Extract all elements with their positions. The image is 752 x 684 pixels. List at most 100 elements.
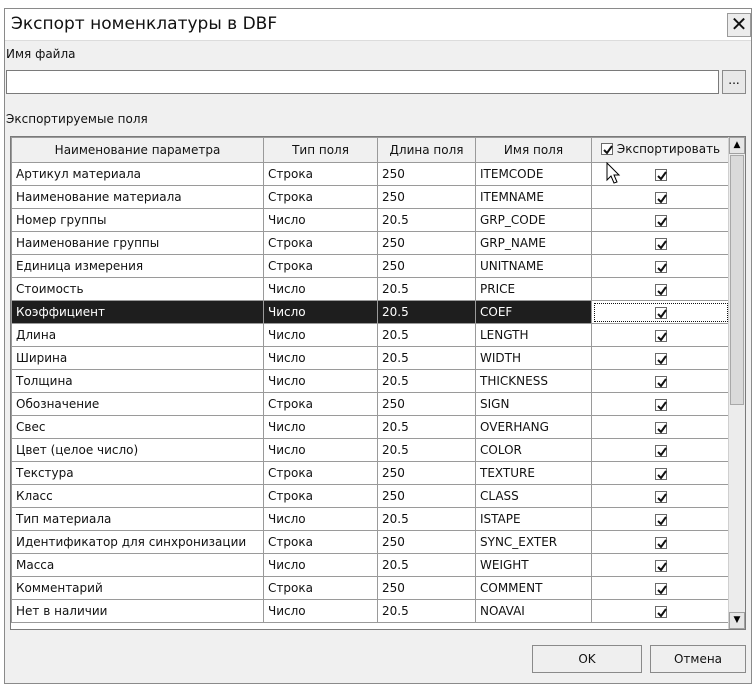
- cell-export[interactable]: [591, 507, 730, 531]
- cell-length[interactable]: 250: [377, 392, 476, 416]
- cell-field-name[interactable]: NOAVAI: [475, 599, 592, 623]
- cell-length[interactable]: 20.5: [377, 208, 476, 232]
- column-header-field-name[interactable]: Имя поля: [475, 137, 592, 163]
- cell-length[interactable]: 20.5: [377, 277, 476, 301]
- cell-type[interactable]: Число: [263, 507, 378, 531]
- table-row[interactable]: Наименование группы Строка 250 GRP_NAME: [11, 231, 730, 255]
- cancel-button[interactable]: Отмена: [650, 645, 746, 673]
- cell-type[interactable]: Число: [263, 553, 378, 577]
- export-checkbox[interactable]: [654, 513, 667, 526]
- cell-field-name[interactable]: TEXTURE: [475, 461, 592, 485]
- cell-name[interactable]: Наименование группы: [11, 231, 264, 255]
- cell-field-name[interactable]: UNITNAME: [475, 254, 592, 278]
- cell-name[interactable]: Наименование материала: [11, 185, 264, 209]
- export-checkbox[interactable]: [654, 306, 667, 319]
- cell-type[interactable]: Строка: [263, 530, 378, 554]
- cell-type[interactable]: Строка: [263, 484, 378, 508]
- cell-export[interactable]: [591, 277, 730, 301]
- file-name-input[interactable]: [6, 70, 719, 94]
- cell-name[interactable]: Текстура: [11, 461, 264, 485]
- vertical-scrollbar[interactable]: ▲ ▼: [728, 137, 745, 629]
- cell-name[interactable]: Коэффициент: [11, 300, 264, 324]
- cell-export[interactable]: [591, 553, 730, 577]
- cell-length[interactable]: 20.5: [377, 599, 476, 623]
- scroll-down-arrow-icon[interactable]: ▼: [729, 612, 745, 629]
- cell-type[interactable]: Строка: [263, 392, 378, 416]
- cell-export[interactable]: [591, 484, 730, 508]
- cell-name[interactable]: Стоимость: [11, 277, 264, 301]
- table-row[interactable]: Масса Число 20.5 WEIGHT: [11, 553, 730, 577]
- table-row[interactable]: Ширина Число 20.5 WIDTH: [11, 346, 730, 370]
- table-row[interactable]: Идентификатор для синхронизации Строка 250…: [11, 530, 730, 554]
- table-row[interactable]: Коэффициент Число 20.5 COEF: [11, 300, 730, 324]
- cell-export[interactable]: [591, 231, 730, 255]
- column-header-length[interactable]: Длина поля: [377, 137, 476, 163]
- cell-length[interactable]: 20.5: [377, 369, 476, 393]
- column-header-name[interactable]: Наименование параметра: [11, 137, 264, 163]
- cell-name[interactable]: Масса: [11, 553, 264, 577]
- table-row[interactable]: Обозначение Строка 250 SIGN: [11, 392, 730, 416]
- cell-type[interactable]: Число: [263, 300, 378, 324]
- table-row[interactable]: Номер группы Число 20.5 GRP_CODE: [11, 208, 730, 232]
- export-checkbox[interactable]: [654, 214, 667, 227]
- table-row[interactable]: Наименование материала Строка 250 ITEMNAME: [11, 185, 730, 209]
- export-checkbox[interactable]: [654, 444, 667, 457]
- cell-field-name[interactable]: COEF: [475, 300, 592, 324]
- cell-name[interactable]: Идентификатор для синхронизации: [11, 530, 264, 554]
- cell-type[interactable]: Строка: [263, 185, 378, 209]
- cell-name[interactable]: Свес: [11, 415, 264, 439]
- table-row[interactable]: Единица измерения Строка 250 UNITNAME: [11, 254, 730, 278]
- cell-type[interactable]: Строка: [263, 162, 378, 186]
- cell-export[interactable]: [591, 576, 730, 600]
- cell-export[interactable]: [591, 438, 730, 462]
- cell-length[interactable]: 250: [377, 530, 476, 554]
- cell-name[interactable]: Нет в наличии: [11, 599, 264, 623]
- export-checkbox[interactable]: [654, 329, 667, 342]
- table-row[interactable]: Нет в наличии Число 20.5 NOAVAI: [11, 599, 730, 623]
- table-row[interactable]: Текстура Строка 250 TEXTURE: [11, 461, 730, 485]
- export-checkbox[interactable]: [654, 191, 667, 204]
- cell-length[interactable]: 20.5: [377, 323, 476, 347]
- cell-length[interactable]: 250: [377, 185, 476, 209]
- cell-length[interactable]: 250: [377, 254, 476, 278]
- cell-export[interactable]: [591, 415, 730, 439]
- table-row[interactable]: Стоимость Число 20.5 PRICE: [11, 277, 730, 301]
- scroll-up-arrow-icon[interactable]: ▲: [729, 137, 745, 154]
- cell-export[interactable]: [591, 599, 730, 623]
- cell-field-name[interactable]: LENGTH: [475, 323, 592, 347]
- export-checkbox[interactable]: [654, 260, 667, 273]
- export-checkbox[interactable]: [654, 168, 667, 181]
- cell-field-name[interactable]: SIGN: [475, 392, 592, 416]
- cell-export[interactable]: [591, 300, 730, 324]
- cell-field-name[interactable]: CLASS: [475, 484, 592, 508]
- cell-type[interactable]: Строка: [263, 461, 378, 485]
- browse-button[interactable]: ...: [722, 70, 746, 94]
- export-checkbox[interactable]: [654, 352, 667, 365]
- cell-export[interactable]: [591, 346, 730, 370]
- export-all-checkbox[interactable]: [600, 143, 613, 155]
- cell-name[interactable]: Тип материала: [11, 507, 264, 531]
- cell-type[interactable]: Число: [263, 346, 378, 370]
- cell-length[interactable]: 20.5: [377, 553, 476, 577]
- cell-field-name[interactable]: OVERHANG: [475, 415, 592, 439]
- cell-type[interactable]: Число: [263, 415, 378, 439]
- table-row[interactable]: Длина Число 20.5 LENGTH: [11, 323, 730, 347]
- cell-name[interactable]: Комментарий: [11, 576, 264, 600]
- cell-length[interactable]: 20.5: [377, 300, 476, 324]
- close-button[interactable]: ✕: [727, 13, 751, 37]
- cell-type[interactable]: Число: [263, 438, 378, 462]
- table-row[interactable]: Толщина Число 20.5 THICKNESS: [11, 369, 730, 393]
- cell-length[interactable]: 20.5: [377, 438, 476, 462]
- cell-length[interactable]: 20.5: [377, 415, 476, 439]
- scroll-thumb[interactable]: [730, 155, 744, 405]
- cell-length[interactable]: 250: [377, 162, 476, 186]
- cell-export[interactable]: [591, 369, 730, 393]
- table-row[interactable]: Тип материала Число 20.5 ISTAPE: [11, 507, 730, 531]
- export-checkbox[interactable]: [654, 283, 667, 296]
- export-checkbox[interactable]: [654, 398, 667, 411]
- cell-name[interactable]: Единица измерения: [11, 254, 264, 278]
- export-checkbox[interactable]: [654, 375, 667, 388]
- cell-length[interactable]: 250: [377, 484, 476, 508]
- cell-name[interactable]: Обозначение: [11, 392, 264, 416]
- cell-export[interactable]: [591, 530, 730, 554]
